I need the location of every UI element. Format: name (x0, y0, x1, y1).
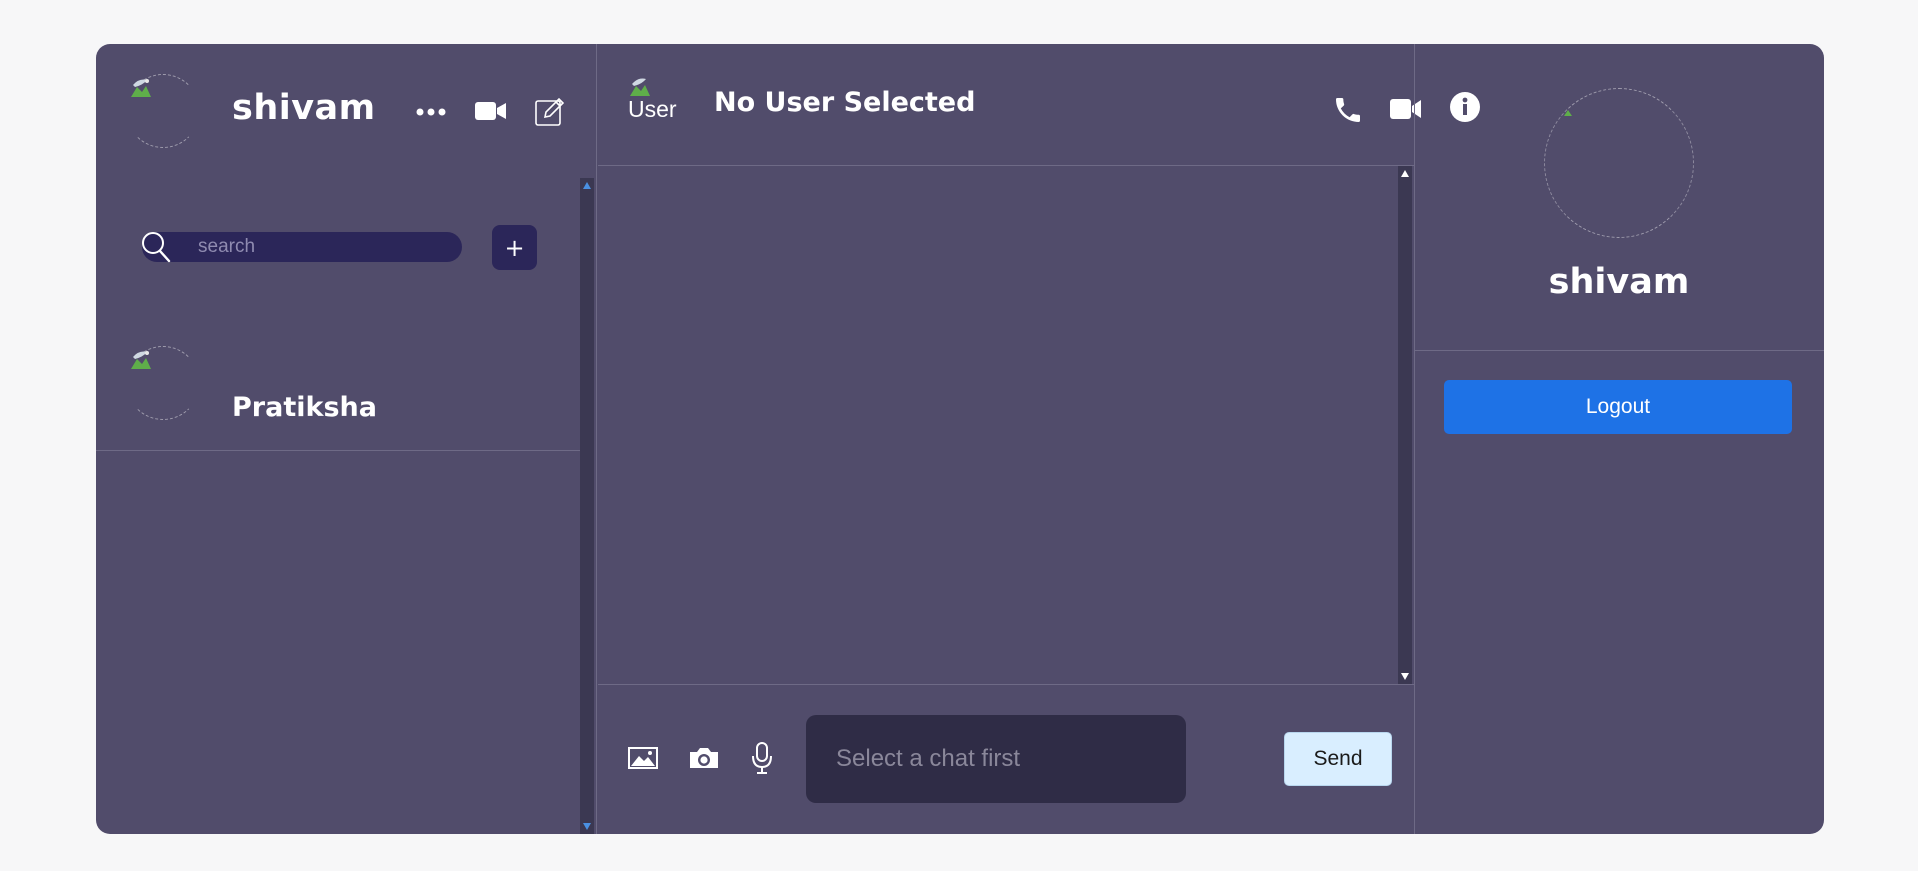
profile-divider (1414, 350, 1824, 351)
send-button[interactable]: Send (1284, 732, 1392, 786)
search-input[interactable] (198, 232, 454, 262)
video-call-icon[interactable] (474, 98, 508, 124)
camera-icon[interactable] (688, 746, 720, 774)
scroll-up-arrow-icon[interactable] (583, 182, 591, 189)
contact-avatar (126, 346, 200, 420)
chat-panel: User No User Selected Select a chat firs… (598, 44, 1480, 834)
contact-item[interactable]: Pratiksha (96, 344, 580, 454)
chat-avatar: User (628, 76, 684, 126)
logout-button[interactable]: Logout (1444, 380, 1792, 434)
broken-image-icon (131, 351, 151, 369)
compose-icon[interactable] (534, 96, 566, 128)
search-bar (142, 232, 462, 263)
sidebar-scrollbar[interactable] (580, 178, 594, 834)
scroll-down-arrow-icon[interactable] (583, 823, 591, 830)
broken-image-icon (131, 79, 151, 97)
panel-divider (596, 44, 597, 834)
more-options-icon[interactable] (414, 100, 448, 124)
messages-scrollbar[interactable] (1398, 166, 1412, 684)
add-contact-button[interactable]: + (492, 225, 537, 270)
scroll-down-arrow-icon[interactable] (1401, 673, 1409, 680)
composer-divider (598, 684, 1414, 685)
scroll-up-arrow-icon[interactable] (1401, 170, 1409, 177)
phone-icon[interactable] (1328, 90, 1368, 130)
profile-panel: shivam Logout (1414, 44, 1824, 834)
messages-area (598, 166, 1398, 684)
current-user-name: shivam (232, 88, 376, 128)
current-user-avatar[interactable] (126, 74, 200, 148)
broken-image-icon (630, 78, 650, 96)
profile-name: shivam (1548, 262, 1690, 302)
broken-image-icon (1564, 110, 1572, 116)
profile-avatar (1544, 88, 1694, 238)
search-icon (142, 232, 171, 263)
microphone-icon[interactable] (750, 742, 774, 778)
chat-app-window: shivam + (96, 44, 1824, 834)
sidebar: shivam + (96, 44, 598, 834)
message-input[interactable] (806, 715, 1186, 803)
chat-title: No User Selected (714, 87, 976, 118)
contact-name: Pratiksha (232, 392, 377, 423)
image-icon[interactable] (628, 747, 658, 773)
avatar-alt-text: User (628, 96, 677, 122)
